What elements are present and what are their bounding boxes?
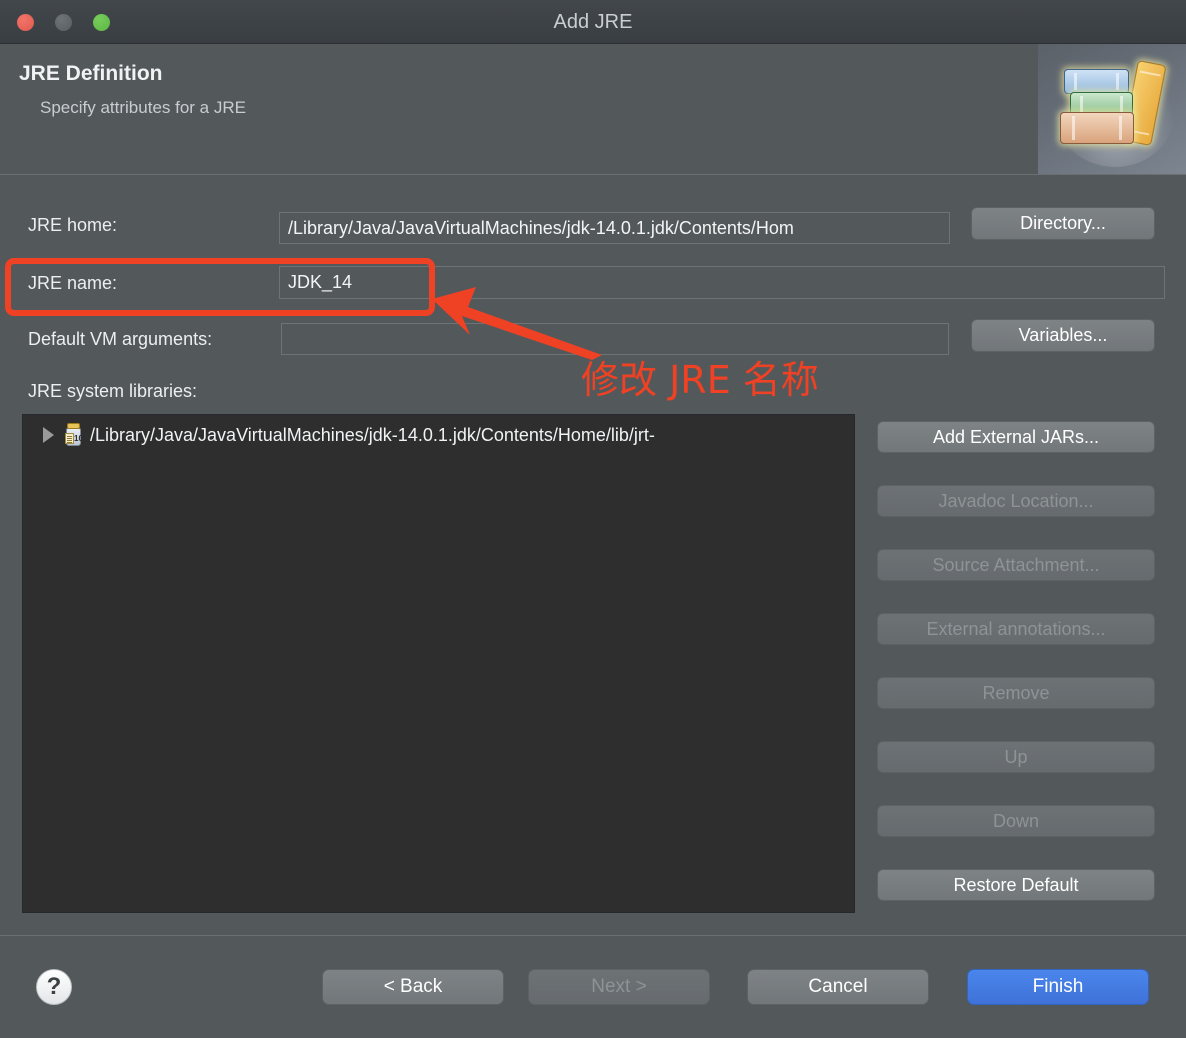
remove-button: Remove [877, 677, 1155, 709]
tree-item-label: /Library/Java/JavaVirtualMachines/jdk-14… [90, 424, 655, 445]
add-external-jars-button[interactable]: Add External JARs... [877, 421, 1155, 453]
jre-home-label: JRE home: [28, 215, 118, 235]
source-attachment-button: Source Attachment... [877, 549, 1155, 581]
window-title: Add JRE [553, 11, 633, 33]
chevron-right-icon[interactable] [43, 427, 54, 443]
book-tan-icon [1060, 112, 1134, 144]
vm-arguments-label: Default VM arguments: [28, 329, 213, 349]
back-button[interactable]: < Back [322, 969, 504, 1005]
jre-name-label: JRE name: [28, 273, 118, 293]
external-annotations-button: External annotations... [877, 613, 1155, 645]
jre-name-input[interactable]: JDK_14 [279, 266, 1165, 299]
variables-button[interactable]: Variables... [971, 319, 1155, 352]
jre-home-input[interactable]: /Library/Java/JavaVirtualMachines/jdk-14… [279, 212, 950, 244]
tree-row[interactable]: 10 /Library/Java/JavaVirtualMachines/jdk… [23, 421, 854, 449]
jar-icon: 10 [63, 423, 84, 447]
javadoc-location-button: Javadoc Location... [877, 485, 1155, 517]
move-up-button: Up [877, 741, 1155, 773]
system-libraries-tree[interactable]: 10 /Library/Java/JavaVirtualMachines/jdk… [22, 414, 855, 913]
page-subtitle: Specify attributes for a JRE [40, 98, 246, 117]
restore-default-button[interactable]: Restore Default [877, 869, 1155, 901]
next-button: Next > [528, 969, 710, 1005]
book-blue-icon [1064, 69, 1129, 94]
directory-button[interactable]: Directory... [971, 207, 1155, 240]
system-libraries-label: JRE system libraries: [28, 381, 198, 401]
wizard-header: JRE Definition Specify attributes for a … [0, 44, 1186, 175]
title-bar: Add JRE [0, 0, 1186, 44]
move-down-button: Down [877, 805, 1155, 837]
books-stack-icon [1038, 44, 1186, 174]
cancel-button[interactable]: Cancel [747, 969, 929, 1005]
help-icon[interactable]: ? [36, 969, 72, 1005]
vm-arguments-input[interactable] [281, 323, 949, 355]
add-jre-dialog: Add JRE JRE Definition Specify attribute… [0, 0, 1186, 1038]
finish-button[interactable]: Finish [967, 969, 1149, 1005]
page-title: JRE Definition [19, 62, 163, 85]
